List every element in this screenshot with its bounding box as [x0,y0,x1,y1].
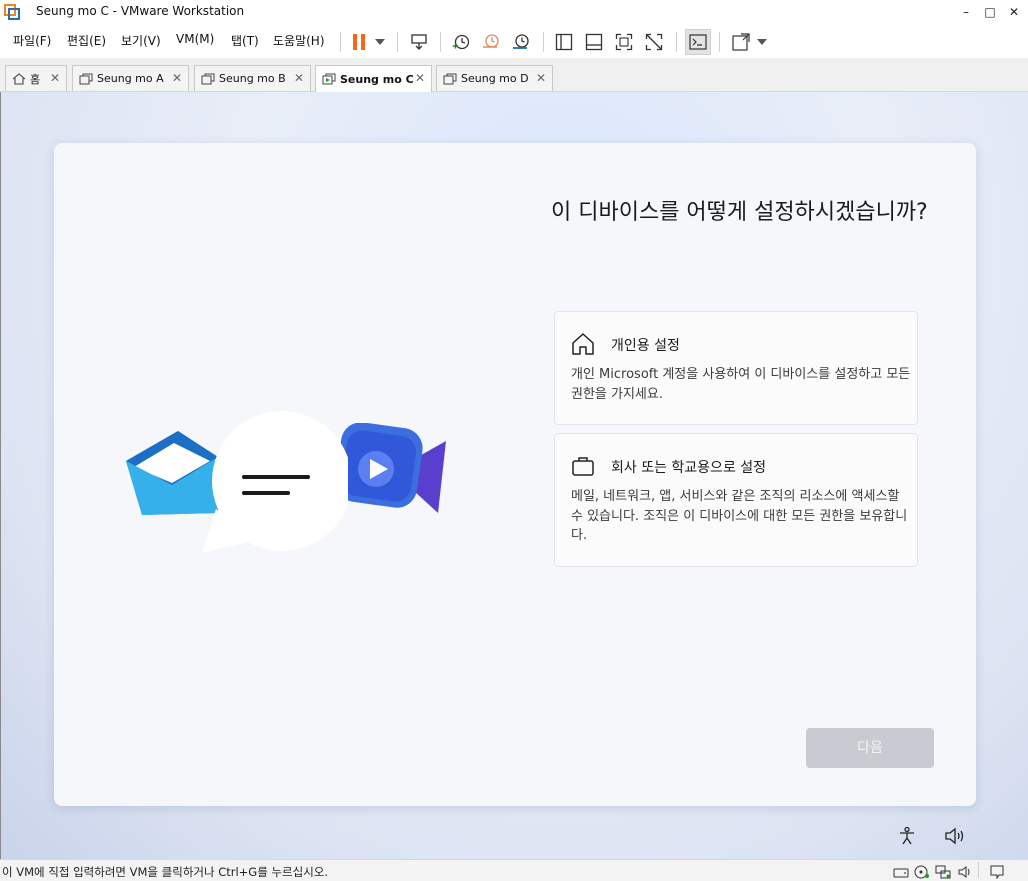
home-icon [12,72,26,85]
status-separator [978,862,979,878]
snapshot-manager-icon[interactable] [508,29,534,55]
work-school-setup-option[interactable]: 회사 또는 학교용으로 설정 메일, 네트워크, 앱, 서비스와 같은 조직의 … [554,433,918,567]
menu-toolbar: 파일(F) 편집(E) 보기(V) VM(M) 탭(T) 도움말(H) [0,24,1028,58]
cd-icon[interactable] [914,864,930,879]
snapshot-icon[interactable] [448,29,474,55]
view-stretch-icon[interactable] [728,29,754,55]
revert-snapshot-icon[interactable] [478,29,504,55]
vm-icon [79,73,93,85]
vm-running-icon [322,73,336,85]
volume-icon[interactable] [943,824,967,848]
close-icon[interactable]: ✕ [415,71,425,85]
message-icon[interactable] [989,864,1005,880]
vm-display[interactable]: 이 디바이스를 어떻게 설정하시겠습니까? 개인용 설정 개인 Microsof… [0,92,1028,859]
setup-card: 이 디바이스를 어떻게 설정하시겠습니까? 개인용 설정 개인 Microsof… [54,143,976,806]
console-icon[interactable] [685,29,711,55]
toolbar-separator [340,32,341,52]
tab-vm-a[interactable]: Seung mo A ✕ [72,65,189,91]
close-icon[interactable]: ✕ [536,71,546,85]
tab-label: Seung mo A [97,72,164,85]
close-icon[interactable]: ✕ [294,71,304,85]
vmware-logo-icon [4,4,20,20]
close-button[interactable]: ✕ [1003,2,1025,22]
menu-vm[interactable]: VM(M) [176,32,214,46]
minimize-button[interactable]: – [955,2,977,22]
status-message: 이 VM에 직접 입력하려면 VM을 클릭하거나 Ctrl+G를 누르십시오. [2,865,329,879]
title-bar: Seung mo C - VMware Workstation – □ ✕ [0,0,1028,24]
tab-bar: 홈 ✕ Seung mo A ✕ Seung mo B ✕ Seung mo C… [0,58,1028,92]
menu-tabs[interactable]: 탭(T) [231,32,259,49]
toolbar-separator [676,32,677,52]
window-title: Seung mo C - VMware Workstation [36,4,245,18]
menu-view[interactable]: 보기(V) [121,32,161,49]
next-button[interactable]: 다음 [806,728,934,768]
unity-icon[interactable] [641,29,667,55]
power-dropdown-icon[interactable] [370,29,390,55]
thumbnail-icon[interactable] [581,29,607,55]
menu-file[interactable]: 파일(F) [13,32,51,49]
tab-vm-d[interactable]: Seung mo D ✕ [436,65,553,91]
pause-icon[interactable] [346,29,372,55]
full-screen-icon[interactable] [611,29,637,55]
hard-disk-icon[interactable] [893,864,909,878]
menu-edit[interactable]: 편집(E) [67,32,106,49]
view-dropdown-icon[interactable] [752,29,772,55]
status-bar: 이 VM에 직접 입력하려면 VM을 클릭하거나 Ctrl+G를 누르십시오. [0,859,1028,881]
tab-home[interactable]: 홈 ✕ [5,65,67,91]
sound-icon[interactable] [957,864,973,878]
menu-help[interactable]: 도움말(H) [273,32,325,49]
option-title: 회사 또는 학교용으로 설정 [611,460,767,476]
page-title: 이 디바이스를 어떻게 설정하시겠습니까? [551,200,928,225]
option-title: 개인용 설정 [611,338,680,354]
vm-icon [443,73,457,85]
tab-label: 홈 [30,72,41,86]
toolbar-separator [543,32,544,52]
library-icon[interactable] [551,29,577,55]
network-icon[interactable] [935,864,951,879]
toolbar-separator [440,32,441,52]
close-icon[interactable]: ✕ [172,71,182,85]
tab-label: Seung mo C [340,72,414,86]
close-icon[interactable]: ✕ [50,71,60,85]
tab-vm-b[interactable]: Seung mo B ✕ [194,65,311,91]
maximize-button[interactable]: □ [979,2,1001,22]
send-ctrl-alt-del-icon[interactable] [406,29,432,55]
accessibility-icon[interactable] [895,824,919,848]
tab-label: Seung mo B [219,72,286,85]
briefcase-icon [571,454,595,478]
option-description: 개인 Microsoft 계정을 사용하여 이 디바이스를 설정하고 모든 권한… [571,367,911,402]
option-description: 메일, 네트워크, 앱, 서비스와 같은 조직의 리소스에 액세스할 수 있습니… [571,489,908,543]
tab-vm-c[interactable]: Seung mo C ✕ [315,65,432,92]
toolbar-separator [719,32,720,52]
video-camera-icon [335,422,448,519]
toolbar-separator [397,32,398,52]
personal-setup-option[interactable]: 개인용 설정 개인 Microsoft 계정을 사용하여 이 디바이스를 설정하… [554,311,918,425]
home-icon [571,332,595,356]
tab-label: Seung mo D [461,72,529,85]
vm-icon [201,73,215,85]
chat-bubble-icon [202,409,352,555]
